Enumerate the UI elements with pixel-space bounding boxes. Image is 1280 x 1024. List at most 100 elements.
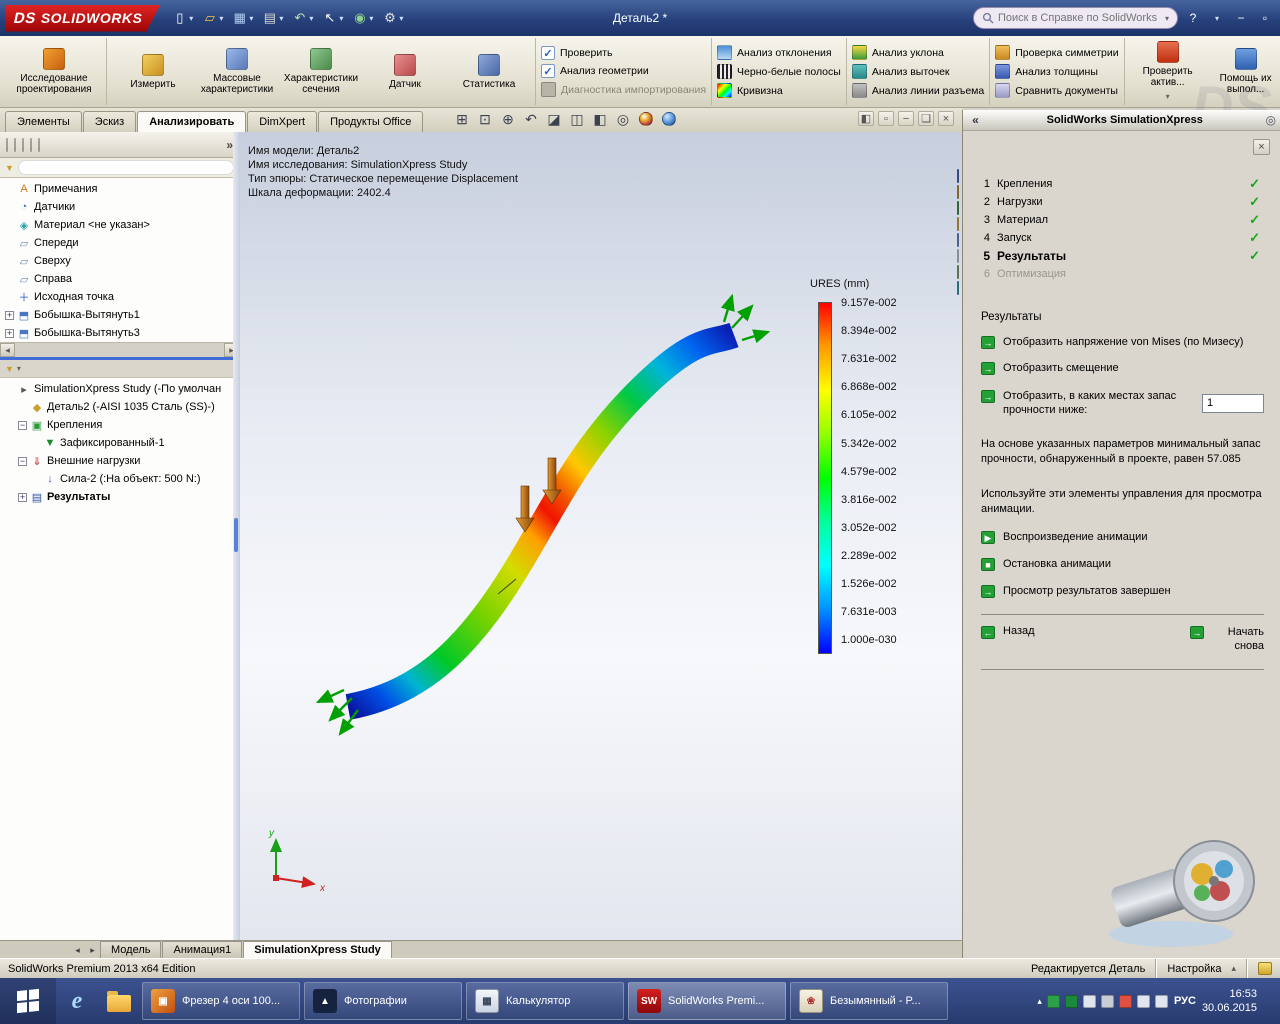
collapse-panel-button[interactable]: «: [967, 112, 984, 129]
overflow-chevron-icon[interactable]: »: [226, 138, 233, 152]
report-button[interactable]: [957, 201, 959, 215]
tree-item[interactable]: ◔ Датчики: [0, 198, 239, 216]
monitor-button[interactable]: [957, 169, 959, 183]
file-explorer-button[interactable]: [98, 978, 140, 1024]
restore-button[interactable]: ▫: [1256, 9, 1274, 27]
filter-tree-input[interactable]: [17, 160, 234, 175]
wizard-step[interactable]: 2 Нагрузки ✓: [981, 193, 1262, 211]
help-menu-button[interactable]: ▾: [1208, 9, 1226, 27]
mesh-button[interactable]: [957, 281, 959, 295]
tree-item[interactable]: ▸ SimulationXpress Study (-По умолчан: [0, 380, 239, 398]
done-viewing-results-button[interactable]: → Просмотр результатов завершен: [981, 584, 1171, 598]
tree-item[interactable]: ▼ Зафиксированный-1: [0, 434, 239, 452]
property-manager-tab[interactable]: [14, 137, 16, 152]
tree-item[interactable]: + ⬒ Бобышка-Вытянуть3: [0, 324, 239, 342]
save-button[interactable]: ▦ ▾: [228, 7, 256, 30]
open-button[interactable]: ▱ ▾: [198, 7, 226, 30]
expander-icon[interactable]: +: [18, 492, 27, 502]
tree-item[interactable]: + ⬒ Бобышка-Вытянуть1: [0, 306, 239, 324]
previous-view-button[interactable]: ↶: [521, 109, 541, 129]
curvature-button[interactable]: Кривизна: [717, 83, 841, 98]
restart-button[interactable]: → Начать снова: [1190, 625, 1264, 653]
graphics-area[interactable]: x y Имя модели: Деталь2 Имя исследования:…: [240, 132, 962, 940]
taskbar-app-paint[interactable]: ❀ Безымянный - P...: [790, 982, 948, 1020]
section-properties-button[interactable]: Характеристики сечения: [280, 48, 362, 95]
geometry-analysis-button[interactable]: ✓ Анализ геометрии: [541, 64, 706, 78]
print-button[interactable]: ▤ ▾: [258, 7, 286, 30]
taskbar-app-photo-viewer[interactable]: ▣ Фрезер 4 оси 100...: [142, 982, 300, 1020]
customize-status[interactable]: Настройка: [1167, 963, 1221, 975]
chevron-up-icon[interactable]: ▴: [1231, 963, 1236, 974]
usb-icon[interactable]: [1100, 994, 1114, 1008]
language-indicator[interactable]: РУС: [1174, 995, 1196, 1007]
zoom-fit-button[interactable]: ⊞: [452, 109, 472, 129]
expander-icon[interactable]: −: [18, 420, 27, 430]
draft-analysis-button[interactable]: Анализ уклона: [851, 45, 984, 60]
tree-item[interactable]: − ▣ Крепления: [0, 416, 239, 434]
display-button[interactable]: [957, 233, 959, 247]
scroll-left-button[interactable]: ◂: [0, 343, 15, 357]
measure-button[interactable]: Измерить: [112, 53, 194, 90]
command-tab[interactable]: Продукты Office: [318, 111, 424, 132]
tree-horizontal-scrollbar[interactable]: ◂ ▸: [0, 342, 239, 357]
internet-explorer-button[interactable]: e: [56, 978, 98, 1024]
show-von-mises-button[interactable]: → Отобразить напряжение von Mises (по Миз…: [981, 335, 1243, 349]
zoom-button[interactable]: ⊕: [498, 109, 518, 129]
close-panel-button[interactable]: ×: [1253, 139, 1270, 155]
eco-icon[interactable]: [1064, 994, 1078, 1008]
render-button[interactable]: [957, 249, 959, 263]
doc-new-window-button[interactable]: ▫: [878, 111, 894, 126]
scrollbar-track[interactable]: [15, 343, 224, 357]
splitter-grip[interactable]: [234, 518, 238, 552]
taskbar-app-solidworks[interactable]: SW SolidWorks Premi...: [628, 982, 786, 1020]
parting-line-analysis-button[interactable]: Анализ линии разъема: [851, 83, 984, 98]
doc-close-button[interactable]: ×: [938, 111, 954, 126]
scene-button[interactable]: [659, 109, 679, 129]
mass-properties-button[interactable]: Массовые характеристики: [196, 48, 278, 95]
doc-cascade-button[interactable]: ◧: [858, 111, 874, 126]
dimxpert-manager-tab[interactable]: [30, 137, 32, 152]
model-tab[interactable]: SimulationXpress Study: [243, 941, 392, 958]
check-active-button[interactable]: Проверить актив... ▾: [1130, 41, 1206, 102]
doc-restore-button[interactable]: ❏: [918, 111, 934, 126]
panel-splitter[interactable]: [233, 132, 240, 940]
spreadsheet-button[interactable]: [957, 265, 959, 279]
help-search[interactable]: ▾: [973, 7, 1178, 29]
section-view-button[interactable]: ◪: [544, 109, 564, 129]
wizard-step[interactable]: 1 Крепления ✓: [981, 175, 1262, 193]
help-complete-button[interactable]: Помощь их выпол...: [1208, 48, 1280, 95]
volume-icon[interactable]: [1154, 994, 1168, 1008]
tree-item[interactable]: A Примечания: [0, 180, 239, 198]
model-tab[interactable]: Анимация1: [162, 941, 243, 958]
view-orientation-button[interactable]: ◫: [567, 109, 587, 129]
wizard-step[interactable]: 6 Оптимизация: [981, 265, 1262, 283]
expander-icon[interactable]: +: [5, 310, 14, 320]
show-displacement-button[interactable]: → Отобразить смещение: [981, 361, 1119, 375]
undercut-analysis-button[interactable]: Анализ выточек: [851, 64, 984, 79]
clock[interactable]: 16:53 30.06.2015: [1202, 987, 1257, 1015]
zebra-stripes-button[interactable]: Черно-белые полосы: [717, 64, 841, 79]
command-tab[interactable]: Анализировать: [137, 111, 247, 132]
network-icon[interactable]: [1136, 994, 1150, 1008]
display-style-button[interactable]: ◧: [590, 109, 610, 129]
display-icon[interactable]: [1082, 994, 1096, 1008]
taskbar-app-calculator[interactable]: ▦ Калькулятор: [466, 982, 624, 1020]
sensor-button[interactable]: Датчик: [364, 53, 446, 90]
minimize-button[interactable]: −: [1232, 9, 1250, 27]
wizard-step[interactable]: 4 Запуск ✓: [981, 229, 1262, 247]
hide-show-items-button[interactable]: ◎: [613, 109, 633, 129]
appearances-button[interactable]: [636, 109, 656, 129]
expander-icon[interactable]: +: [5, 328, 14, 338]
command-tab[interactable]: Эскиз: [82, 111, 137, 132]
expander-icon[interactable]: −: [18, 456, 27, 466]
tree-item[interactable]: ↓ Сила-2 (:На объект: 500 N:): [0, 470, 239, 488]
select-button[interactable]: ↖ ▾: [318, 7, 346, 30]
model-tab[interactable]: Модель: [100, 941, 162, 958]
display-manager-tab[interactable]: [38, 137, 40, 152]
expand-tray-button[interactable]: ▴: [1037, 996, 1042, 1007]
alert-icon[interactable]: [1118, 994, 1132, 1008]
tree-item[interactable]: + ▤ Результаты: [0, 488, 239, 506]
pin-icon[interactable]: ◎: [1266, 113, 1276, 127]
import-diagnostics-button[interactable]: Диагностика импортирования: [541, 82, 706, 97]
tree-item[interactable]: ▱ Сверху: [0, 252, 239, 270]
